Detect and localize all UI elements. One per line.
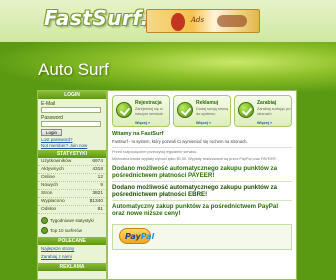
site-header: FastSurf.eu Ads bbox=[0, 0, 336, 42]
feature-row: Rejestracja Zarejestruj się w naszym ser… bbox=[108, 91, 296, 129]
payout-note: Minimalna kwota wypłaty wynosi tylko $0.… bbox=[112, 157, 277, 161]
feature-title: Rejestracja bbox=[135, 100, 162, 106]
divider bbox=[112, 199, 292, 201]
banner-graphic-2 bbox=[217, 15, 247, 27]
login-heading: LOGIN bbox=[38, 91, 106, 99]
login-form: E-Mail Password Login Lost password? Not… bbox=[38, 99, 106, 150]
stat-row: Stron 3821 bbox=[38, 190, 106, 198]
referral-link[interactable]: Zarabiaj z nami bbox=[38, 253, 106, 261]
divider bbox=[112, 146, 292, 148]
referral-link[interactable]: Najlepsze strony bbox=[38, 245, 106, 253]
award-icon bbox=[41, 227, 48, 234]
paypal-pay-text: Pay bbox=[125, 231, 141, 241]
check-icon bbox=[116, 102, 132, 118]
password-field[interactable] bbox=[41, 121, 101, 127]
feature-card-advertise[interactable]: Reklamuj Dodaj swoją stronę do systemu W… bbox=[173, 95, 231, 127]
stats-heading: STATYSTYKI bbox=[38, 150, 106, 158]
feature-title: Zarabiaj bbox=[257, 100, 277, 106]
feature-desc: Zarejestruj się w naszym serwisie bbox=[135, 107, 163, 116]
news-headline-3: Automatyczny zakup punktów za pośrednict… bbox=[112, 202, 279, 217]
register-link[interactable]: Not member? Join now bbox=[41, 143, 103, 148]
news-headline-2: Dodano możliwość automatycznego zakupu p… bbox=[112, 183, 278, 198]
stat-row: Wypłacono $1340 bbox=[38, 198, 106, 206]
stat-row: Odsłon 81 bbox=[38, 206, 106, 214]
feature-more-link[interactable]: Więcej » bbox=[135, 121, 150, 125]
feature-card-earn[interactable]: Zarabiaj Zarabiaj surfując po stronach W… bbox=[234, 95, 292, 127]
check-icon bbox=[177, 102, 193, 118]
ads-heading: REKLAMA bbox=[38, 263, 106, 271]
welcome-section: Witamy na FastSurf FastSurf - to system,… bbox=[108, 129, 296, 221]
news-headline-1: Dodano możliwość automatycznego zakupu p… bbox=[112, 164, 278, 179]
stat-row: Aktywnych 4318 bbox=[38, 166, 106, 174]
banner-text: Ads bbox=[191, 16, 205, 24]
left-sidebar: LOGIN E-Mail Password Login Lost passwor… bbox=[37, 90, 107, 280]
feature-desc: Zarabiaj surfując po stronach bbox=[257, 107, 291, 116]
feature-more-link[interactable]: Więcej » bbox=[257, 121, 272, 125]
stats-list: Użytkowników 6974 Aktywnych 4318 Online 12 … bbox=[38, 158, 106, 214]
award-icon bbox=[41, 217, 48, 224]
paypal-logo[interactable]: PayPal bbox=[119, 227, 154, 244]
feature-title: Reklamuj bbox=[196, 100, 219, 106]
page-title: Auto Surf bbox=[38, 60, 109, 79]
paypal-box: PayPal bbox=[112, 223, 292, 250]
feature-card-register[interactable]: Rejestracja Zarejestruj się w naszym ser… bbox=[112, 95, 170, 127]
email-field[interactable] bbox=[41, 107, 101, 113]
forgot-password-link[interactable]: Lost password? bbox=[41, 137, 103, 142]
main-content: Rejestracja Zarejestruj się w naszym ser… bbox=[107, 90, 297, 280]
banner-graphic bbox=[171, 13, 185, 31]
feature-desc: Dodaj swoją stronę do systemu bbox=[196, 107, 229, 116]
badge-row[interactable]: Tygodniowe statystyki bbox=[38, 214, 106, 224]
referral-heading: POLECANE bbox=[38, 237, 106, 245]
feature-more-link[interactable]: Więcej » bbox=[196, 121, 211, 125]
stat-row: Użytkowników 6974 bbox=[38, 158, 106, 166]
small-note: Przed rozpoczęciem przeczytaj regulamin … bbox=[112, 149, 198, 154]
stat-row: Nowych 9 bbox=[38, 182, 106, 190]
welcome-text: FastSurf - to system, który pozwoli Ci w… bbox=[112, 139, 248, 144]
paypal-pal-text: Pal bbox=[140, 231, 155, 241]
badge-row[interactable]: Top 10 surferów bbox=[38, 224, 106, 234]
top-ad-banner[interactable]: Ads bbox=[146, 9, 260, 33]
stat-row: Online 12 bbox=[38, 174, 106, 182]
check-icon bbox=[238, 102, 254, 118]
login-button[interactable]: Login bbox=[41, 129, 63, 136]
welcome-title: Witamy na FastSurf bbox=[112, 131, 164, 137]
divider bbox=[112, 180, 292, 182]
